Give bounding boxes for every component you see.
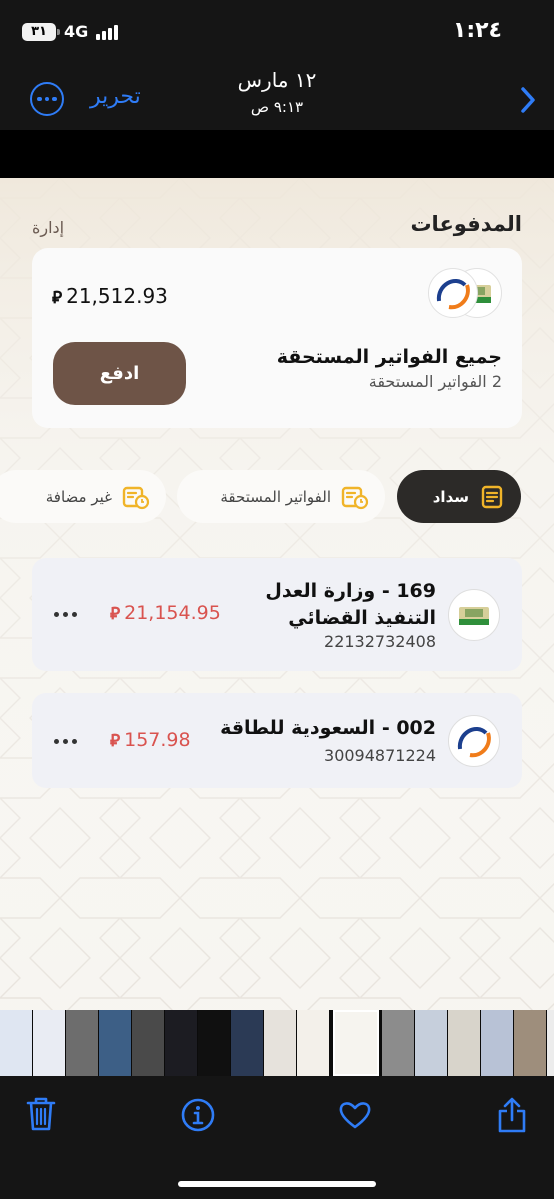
bill-amount-value: 21,154.95 — [124, 602, 221, 624]
dot — [63, 612, 68, 617]
photo-thumbnail[interactable] — [231, 1010, 263, 1076]
bill-title-line: 169 - وزارة العدل — [265, 580, 436, 602]
bill-amount: ⃁ 21,154.95 — [110, 602, 221, 624]
photo-date: ١٢ مارس — [237, 68, 317, 92]
riyal-icon: ⃁ — [110, 731, 121, 751]
share-button[interactable] — [496, 1096, 528, 1138]
photo-thumbnail[interactable] — [264, 1010, 296, 1076]
photo-time: ٩:١٣ ص — [250, 98, 304, 116]
manage-link[interactable]: إدارة — [32, 218, 64, 237]
photo-thumbnail[interactable] — [33, 1010, 65, 1076]
photo-thumbnail[interactable] — [547, 1010, 554, 1076]
signal-icon — [96, 24, 118, 40]
filter-chip-label: غير مضافة — [45, 487, 112, 506]
trash-icon — [26, 1097, 56, 1131]
bill-card[interactable]: 002 - السعودية للطاقة 30094871224 ⃁ 157.9… — [32, 693, 522, 788]
riyal-icon: ⃁ — [110, 604, 121, 624]
photo-thumbnail[interactable] — [382, 1010, 414, 1076]
ministry-of-justice-logo — [448, 589, 500, 641]
bill-account-number: 22132732408 — [324, 632, 436, 651]
dot — [63, 739, 68, 744]
photo-thumbnail[interactable] — [198, 1010, 230, 1076]
home-indicator — [178, 1181, 376, 1187]
info-icon — [181, 1098, 215, 1132]
bill-title-line: التنفيذ القضائي — [288, 607, 436, 629]
bill-more-button[interactable] — [54, 612, 77, 617]
payments-screen: المدفوعات إدارة ⃁ 21,512.93 جميع الفواتير… — [0, 178, 554, 1010]
dot — [54, 739, 59, 744]
dot — [54, 612, 59, 617]
due-bills-summary-card[interactable]: ⃁ 21,512.93 جميع الفواتير المستحقة 2 الفو… — [32, 248, 522, 428]
heart-icon — [339, 1102, 371, 1129]
status-bar: ٣١ 4G ١:٢٤ — [0, 0, 554, 60]
saudi-electricity-logo — [428, 268, 478, 318]
bill-amount-value: 157.98 — [124, 729, 191, 751]
photo-thumbnail[interactable] — [448, 1010, 480, 1076]
pay-button[interactable]: ادفع — [53, 342, 186, 405]
info-button[interactable] — [181, 1098, 215, 1136]
biller-logos — [428, 268, 502, 320]
letterbox-band — [0, 130, 554, 178]
bill-card[interactable]: 169 - وزارة العدل التنفيذ القضائي 221327… — [32, 558, 522, 671]
dot — [72, 739, 77, 744]
saudi-electricity-logo — [448, 715, 500, 767]
photo-thumbnail[interactable] — [99, 1010, 131, 1076]
bill-title: 169 - وزارة العدل التنفيذ القضائي — [265, 578, 436, 632]
riyal-icon: ⃁ — [52, 288, 63, 308]
status-time: ١:٢٤ — [452, 18, 502, 43]
photo-thumbnail[interactable] — [165, 1010, 197, 1076]
chevron-right-icon — [521, 87, 535, 113]
delete-button[interactable] — [26, 1096, 56, 1136]
bill-title-line: 002 - السعودية للطاقة — [220, 717, 436, 739]
bill-clock-icon — [341, 486, 369, 509]
bill-account-number: 30094871224 — [324, 746, 436, 765]
share-icon — [498, 1097, 526, 1133]
favorite-button[interactable] — [338, 1100, 372, 1134]
filter-chip-due-bills[interactable]: الفواتير المستحقة — [177, 470, 385, 523]
filter-chip-label: سداد — [432, 487, 469, 506]
photo-thumbnail-selected[interactable] — [333, 1010, 379, 1076]
photo-thumbnail[interactable] — [481, 1010, 513, 1076]
summary-subtitle: 2 الفواتير المستحقة — [368, 372, 502, 391]
battery-icon: ٣١ — [22, 23, 60, 41]
dot — [72, 612, 77, 617]
receipt-icon — [481, 485, 503, 508]
back-button[interactable] — [520, 86, 536, 118]
photo-viewer-header: تحرير ١٢ مارس ٩:١٣ ص — [0, 60, 554, 130]
photo-thumbnail[interactable] — [132, 1010, 164, 1076]
page-title: المدفوعات — [410, 212, 522, 236]
bill-clock-icon — [122, 486, 150, 509]
photo-thumbnail[interactable] — [297, 1010, 329, 1076]
bill-amount: ⃁ 157.98 — [110, 729, 191, 751]
bill-title: 002 - السعودية للطاقة — [220, 715, 436, 742]
photo-thumbnail[interactable] — [415, 1010, 447, 1076]
photo-thumbnail[interactable] — [0, 1010, 32, 1076]
filter-chip-sadad[interactable]: سداد — [397, 470, 521, 523]
bill-more-button[interactable] — [54, 739, 77, 744]
total-amount-value: 21,512.93 — [66, 284, 168, 308]
photo-thumbnail[interactable] — [514, 1010, 546, 1076]
total-amount: ⃁ 21,512.93 — [52, 284, 168, 308]
photo-thumbnail[interactable] — [66, 1010, 98, 1076]
photo-thumbnail-strip[interactable] — [0, 1010, 554, 1076]
filter-chip-label: الفواتير المستحقة — [220, 487, 331, 506]
summary-title: جميع الفواتير المستحقة — [276, 346, 502, 368]
filter-chip-not-added[interactable]: غير مضافة — [0, 470, 166, 523]
network-type: 4G — [64, 22, 89, 41]
